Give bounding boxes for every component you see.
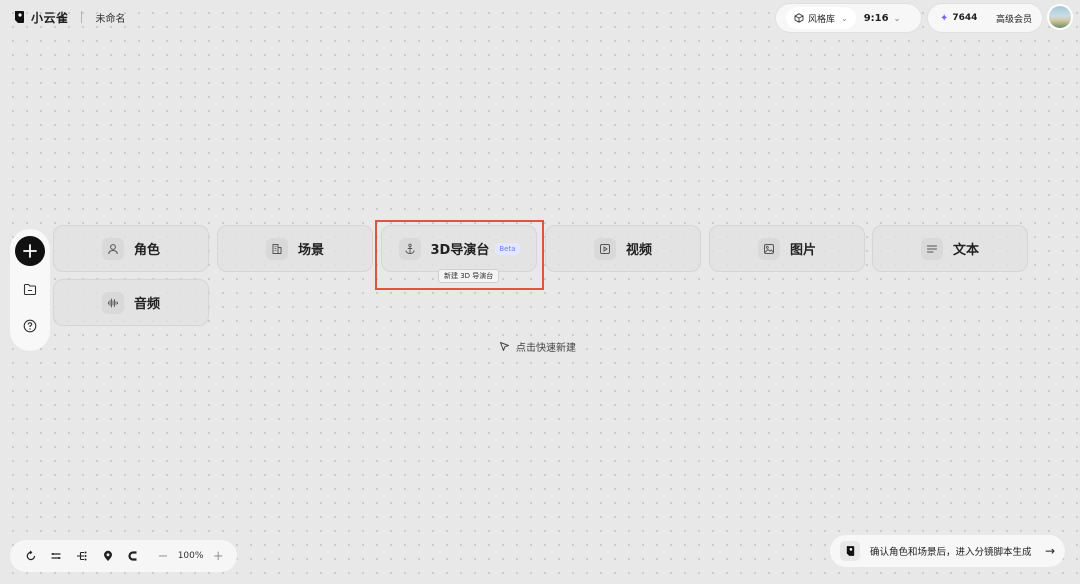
zoom-in-button[interactable]: + [207,549,229,564]
text-lines-icon [920,237,943,260]
card-label: 视频 [625,243,652,258]
card-label: 音频 [133,297,160,312]
sparkle-icon: ✦ [940,12,949,24]
style-library-button[interactable]: 风格库 ⌄ [786,7,856,29]
tree-layout-button[interactable] [69,543,95,569]
person-icon [101,237,124,260]
zoom-level: 100% [177,551,204,561]
canvas-hint: 点击快速新建 [499,339,576,354]
avatar[interactable] [1047,4,1073,30]
app-name[interactable]: 小云雀 [31,9,69,26]
create-audio-card[interactable]: 音频 [53,279,209,326]
style-library-label: 风格库 [808,14,836,25]
arrow-right-icon: → [1044,544,1055,558]
style-ratio-group: 风格库 ⌄ 9:16 ⌄ [776,4,921,32]
folder-icon [23,283,37,295]
chevron-down-icon: ⌄ [893,13,901,23]
refresh-icon [26,550,35,561]
account-pill: ✦ 7644 高级会员 [928,4,1042,32]
cursor-arrow-icon [500,342,509,351]
add-button[interactable] [15,236,45,266]
create-scene-card[interactable]: 场景 [217,225,373,272]
brand: 小云雀 未命名 [14,8,126,26]
magnet-button[interactable] [121,543,147,569]
plus-icon [23,244,37,258]
location-button[interactable] [95,543,121,569]
card-label: 图片 [789,243,816,258]
next-step-label: 确认角色和场景后，进入分镜脚本生成 [870,547,1032,558]
divider [80,11,82,23]
building-icon [265,237,288,260]
magnet-icon [128,551,137,561]
create-text-card[interactable]: 文本 [872,225,1028,272]
credits-button[interactable]: ✦ 7644 [940,13,977,24]
waveform-icon [101,291,124,314]
question-icon [23,319,37,333]
aspect-ratio-button[interactable]: 9:16 ⌄ [864,13,901,24]
help-button[interactable] [16,312,44,340]
create-role-card[interactable]: 角色 [53,225,209,272]
left-toolbar [10,229,50,351]
membership-button[interactable]: 高级会员 [996,12,1032,25]
chevron-down-icon: ⌄ [841,13,848,23]
app-logo-icon [840,541,860,561]
card-label: 角色 [133,243,160,258]
align-button[interactable] [44,543,70,569]
create-image-card[interactable]: 图片 [709,225,865,272]
video-play-icon [593,237,616,260]
align-rows-icon [51,553,61,559]
aspect-ratio-label: 9:16 [863,12,889,24]
card-label: 文本 [952,243,979,258]
folder-button[interactable] [16,275,44,303]
bottom-toolbar: − 100% + [10,540,237,572]
canvas-hint-text: 点击快速新建 [516,343,576,354]
next-step-button[interactable]: 确认角色和场景后，进入分镜脚本生成 → [830,535,1065,567]
card-label: 场景 [297,243,324,258]
tooltip: 新建 3D 导演台 [438,269,500,283]
document-title[interactable]: 未命名 [96,10,126,25]
create-video-card[interactable]: 视频 [545,225,701,272]
credits-value: 7644 [952,13,978,23]
refresh-button[interactable] [18,543,44,569]
image-icon [757,237,780,260]
app-logo-icon [15,11,24,23]
cube-icon [794,13,804,23]
location-pin-icon [103,550,112,561]
tree-icon [77,551,87,561]
zoom-out-button[interactable]: − [152,549,174,564]
